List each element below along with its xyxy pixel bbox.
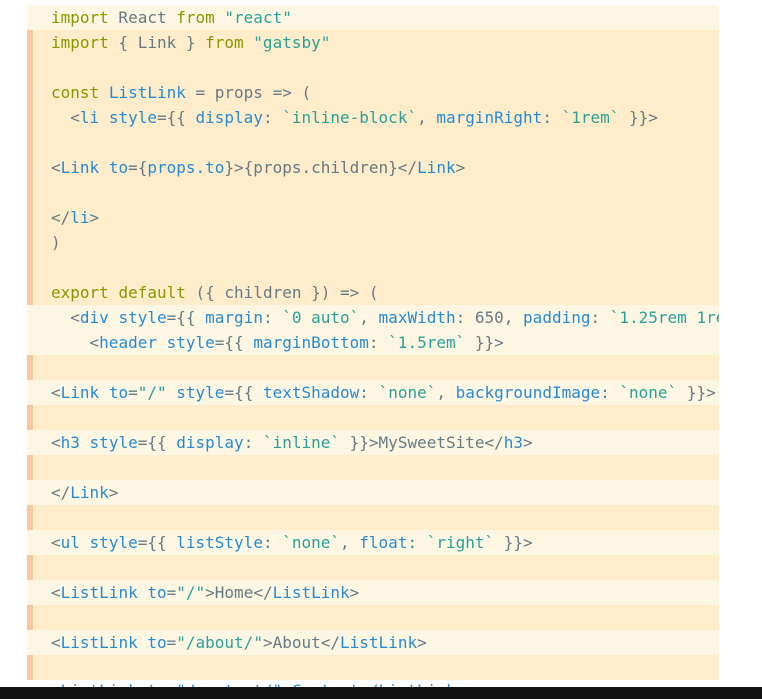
code-line xyxy=(27,655,719,680)
code-line xyxy=(27,555,719,580)
code-line: <ul style={{ listStyle: `none`, float: `… xyxy=(27,530,719,555)
code-line: <header style={{ marginBottom: `1.5rem` … xyxy=(27,330,719,355)
code-line: import React from "react" xyxy=(27,5,719,30)
code-line: export default ({ children }) => ( xyxy=(27,280,719,305)
code-line xyxy=(27,405,719,430)
code-line xyxy=(27,355,719,380)
code-line: <div style={{ margin: `0 auto`, maxWidth… xyxy=(27,305,719,330)
code-line: const ListLink = props => ( xyxy=(27,80,719,105)
code-line: <Link to="/" style={{ textShadow: `none`… xyxy=(27,380,719,405)
code-line xyxy=(27,130,719,155)
code-line xyxy=(27,180,719,205)
bottom-bar xyxy=(0,687,762,699)
code-line xyxy=(27,455,719,480)
code-line: </li> xyxy=(27,205,719,230)
code-block: import React from "react" import { Link }… xyxy=(27,5,719,687)
code-line xyxy=(27,55,719,80)
code-line xyxy=(27,605,719,630)
code-line: </Link> xyxy=(27,480,719,505)
code-line: <li style={{ display: `inline-block`, ma… xyxy=(27,105,719,130)
code-line xyxy=(27,255,719,280)
code-line: <ListLink to="/about/">About</ListLink> xyxy=(27,630,719,655)
code-line: ) xyxy=(27,230,719,255)
code-line: <Link to={props.to}>{props.children}</Li… xyxy=(27,155,719,180)
code-line: <ListLink to="/">Home</ListLink> xyxy=(27,580,719,605)
code-line xyxy=(27,505,719,530)
code-line: import { Link } from "gatsby" xyxy=(27,30,719,55)
code-line: <h3 style={{ display: `inline` }}>MySwee… xyxy=(27,430,719,455)
